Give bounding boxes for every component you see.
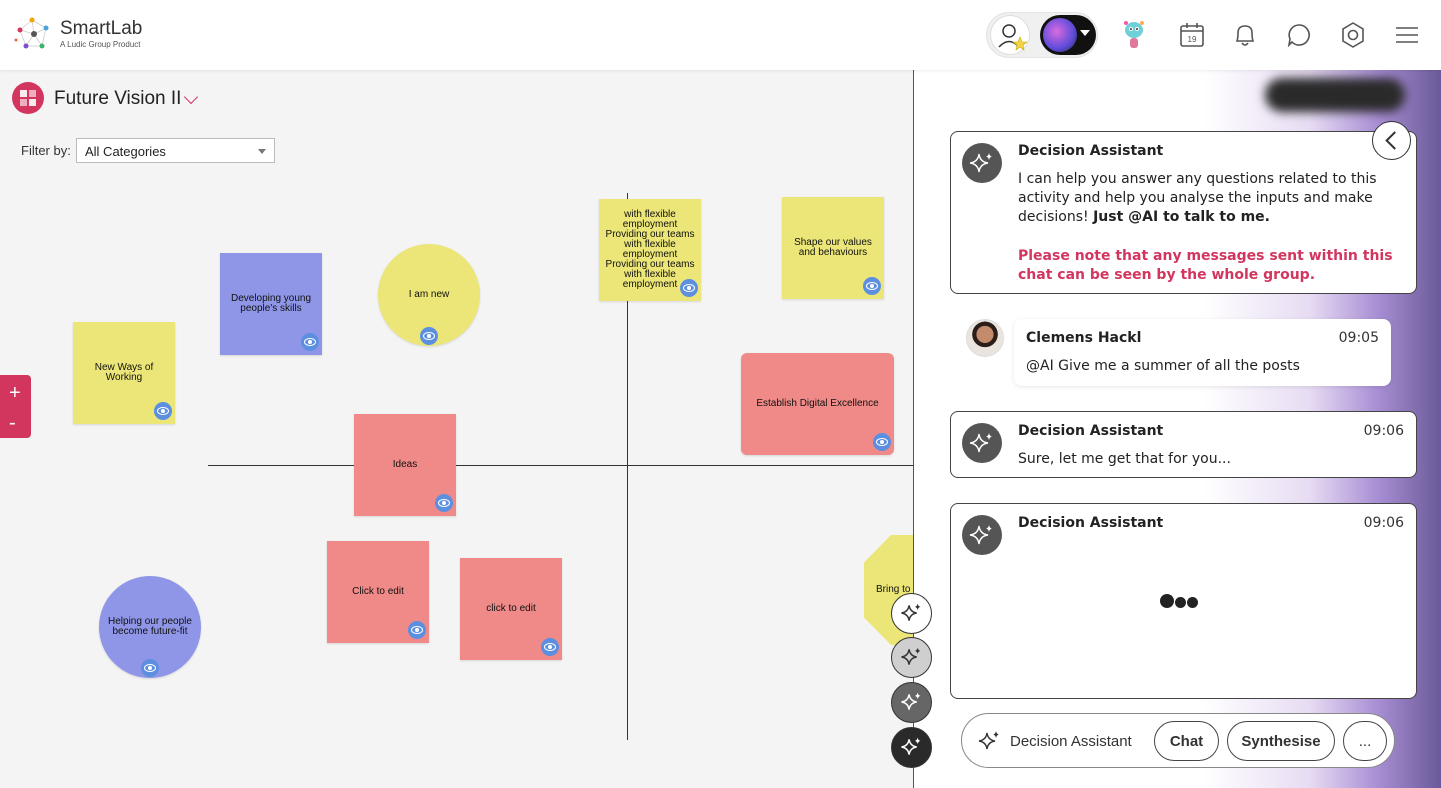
note-text: Developing young people's skills xyxy=(230,293,312,314)
ai-action-button[interactable] xyxy=(891,593,932,634)
sticky-note[interactable]: with flexible employment Providing our t… xyxy=(599,199,701,301)
eye-icon[interactable] xyxy=(541,638,559,656)
eye-icon[interactable] xyxy=(873,433,891,451)
sticky-note[interactable]: Helping our people become future-fit xyxy=(99,576,201,678)
note-text: I am new xyxy=(408,289,450,300)
eye-icon[interactable] xyxy=(863,277,881,295)
category-filter-select[interactable]: All Categories xyxy=(76,138,275,163)
blurred-element xyxy=(1265,78,1405,112)
ai-action-button[interactable] xyxy=(891,682,932,723)
brand-name: SmartLab xyxy=(60,18,143,39)
sparkle-icon xyxy=(962,423,1002,463)
filter-value: All Categories xyxy=(85,144,166,159)
sticky-note[interactable]: click to edit xyxy=(460,558,562,660)
eye-icon[interactable] xyxy=(420,327,438,345)
smartlab-logo[interactable] xyxy=(12,14,56,54)
sparkle-icon xyxy=(962,515,1002,555)
chevron-down-icon xyxy=(1080,30,1090,36)
note-text: Shape our values and behaviours xyxy=(794,237,872,258)
user-star-icon[interactable] xyxy=(990,15,1030,55)
assistant-mode-label: Decision Assistant xyxy=(1010,733,1132,750)
synthesise-button[interactable]: Synthesise xyxy=(1227,721,1335,761)
eye-icon[interactable] xyxy=(154,402,172,420)
sticky-note[interactable]: Developing young people's skills xyxy=(220,253,322,355)
ai-action-button[interactable] xyxy=(891,637,932,678)
top-bar: SmartLab A Ludic Group Product 19 xyxy=(0,0,1441,70)
group-visibility-warning: Please note that any messages sent withi… xyxy=(1018,248,1393,283)
ai-action-button[interactable] xyxy=(891,727,932,768)
note-text: with flexible employment Providing our t… xyxy=(605,209,695,290)
message-time: 09:06 xyxy=(1363,423,1404,439)
brand-tagline: A Ludic Group Product xyxy=(60,40,141,49)
sticky-note[interactable]: Click to edit xyxy=(327,541,429,643)
avatar[interactable] xyxy=(1040,15,1096,55)
note-text: New Ways of Working xyxy=(94,362,154,383)
avatar xyxy=(966,319,1004,357)
sparkle-icon xyxy=(962,143,1002,183)
chat-message: Decision Assistant 09:06 Sure, let me ge… xyxy=(950,411,1417,478)
message-text: @AI Give me a summer of all the posts xyxy=(1026,358,1300,374)
eye-icon[interactable] xyxy=(141,659,159,677)
sticky-note[interactable]: I am new xyxy=(378,244,480,346)
calendar-day: 19 xyxy=(1188,35,1197,44)
message-sender: Clemens Hackl xyxy=(1026,330,1142,346)
note-text: Establish Digital Excellence xyxy=(756,398,879,409)
mascot-icon[interactable] xyxy=(1120,18,1148,52)
note-text: Helping our people become future-fit xyxy=(108,616,192,637)
note-text: click to edit xyxy=(486,603,536,614)
eye-icon[interactable] xyxy=(680,279,698,297)
chat-message: Clemens Hackl 09:05 @AI Give me a summer… xyxy=(1014,319,1391,386)
zoom-in-button[interactable]: + xyxy=(9,383,21,403)
eye-icon[interactable] xyxy=(408,621,426,639)
message-body: I can help you answer any questions rela… xyxy=(1018,170,1398,285)
calendar-icon[interactable]: 19 xyxy=(1179,22,1205,48)
board-title[interactable]: Future Vision II xyxy=(54,88,181,110)
horizontal-axis xyxy=(208,465,913,466)
sticky-note[interactable]: Shape our values and behaviours xyxy=(782,197,884,299)
note-text: Ideas xyxy=(392,459,418,470)
menu-icon[interactable] xyxy=(1394,22,1420,48)
board-icon xyxy=(12,82,44,114)
collapse-panel-button[interactable] xyxy=(1372,121,1411,160)
message-sender: Decision Assistant xyxy=(1018,423,1164,439)
settings-icon[interactable] xyxy=(1340,22,1366,48)
zoom-out-button[interactable]: - xyxy=(9,413,16,433)
zoom-controls: + - xyxy=(0,375,31,438)
eye-icon[interactable] xyxy=(301,333,319,351)
filter-label: Filter by: xyxy=(21,143,71,158)
sticky-note[interactable]: New Ways of Working xyxy=(73,322,175,424)
chat-message: Decision Assistant 09 I can help you ans… xyxy=(950,131,1417,294)
message-time: 09:05 xyxy=(1338,330,1379,346)
message-text-bold: Just @AI to talk to me. xyxy=(1093,209,1270,225)
message-sender: Decision Assistant xyxy=(1018,143,1164,159)
chat-button[interactable]: Chat xyxy=(1154,721,1219,761)
sticky-note[interactable]: Ideas xyxy=(354,414,456,516)
more-options-button[interactable]: ... xyxy=(1343,721,1387,761)
bell-icon[interactable] xyxy=(1232,22,1258,48)
message-time: 09:06 xyxy=(1363,515,1404,531)
message-sender: Decision Assistant xyxy=(1018,515,1164,531)
note-text: Click to edit xyxy=(352,586,404,597)
chat-bubble-icon[interactable] xyxy=(1286,22,1312,48)
typing-indicator xyxy=(1160,594,1210,608)
message-text: Sure, let me get that for you... xyxy=(1018,451,1231,467)
sparkle-icon xyxy=(978,731,999,750)
eye-icon[interactable] xyxy=(435,494,453,512)
dropdown-arrow-icon xyxy=(258,149,266,154)
sticky-note[interactable]: Establish Digital Excellence xyxy=(741,353,894,455)
